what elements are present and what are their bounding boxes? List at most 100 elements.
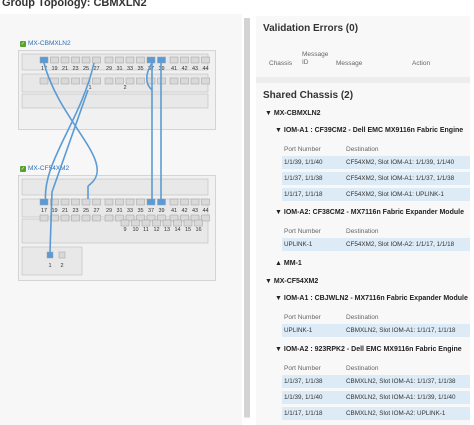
port (71, 214, 80, 222)
port-label: 37 (148, 208, 154, 214)
port (71, 77, 80, 85)
port (190, 56, 200, 64)
port (104, 214, 114, 222)
shared-section: Shared Chassis (2) ▼ MX-CBMXLN2 ▼ IOM-A1… (256, 83, 470, 425)
port-label: 25 (83, 66, 89, 72)
module-toggle[interactable]: ▼ IOM-A2: CF38CM2 - MX7116n Fabric Expan… (275, 209, 464, 216)
port (81, 214, 91, 222)
port (141, 219, 151, 227)
col-port-number: Port Number (284, 228, 321, 235)
port (104, 77, 114, 85)
table-row: 1/1/17, 1/1/18 CF54XM2, Slot IOM-A1: UPLI… (282, 188, 470, 201)
port (201, 77, 210, 85)
col-destination: Destination (346, 146, 379, 153)
port (157, 56, 166, 64)
port-label: 31 (116, 66, 122, 72)
port-label: 14 (174, 227, 180, 233)
col-message-id[interactable]: Message ID (302, 51, 332, 67)
module-toggle[interactable]: ▲ MM-1 (275, 260, 302, 267)
port-label: 21 (62, 208, 68, 214)
port (183, 219, 193, 227)
port (92, 56, 101, 64)
port (146, 198, 156, 206)
col-action[interactable]: Action (412, 60, 430, 67)
port (58, 251, 66, 259)
port-label: 43 (192, 208, 198, 214)
port (152, 219, 161, 227)
port-label: 2 (123, 85, 126, 91)
port (125, 56, 135, 64)
port-label: 1 (88, 85, 91, 91)
port (131, 219, 140, 227)
port (60, 77, 70, 85)
port-label: 19 (51, 208, 57, 214)
port (81, 56, 91, 64)
port (92, 77, 101, 85)
port-label: 44 (202, 66, 208, 72)
iom-slot (21, 73, 209, 93)
iom-slot (21, 53, 209, 71)
port (146, 56, 156, 64)
port (39, 77, 49, 85)
table-row: UPLINK-1 CBMXLN2, Slot IOM-A1: 1/1/17, 1/… (282, 324, 470, 337)
port-label: 19 (51, 66, 57, 72)
port (120, 219, 130, 227)
port-label: 44 (202, 208, 208, 214)
port (194, 219, 203, 227)
port (92, 214, 101, 222)
port-label: 23 (72, 208, 78, 214)
shared-title: Shared Chassis (2) (263, 90, 354, 101)
port (201, 198, 210, 206)
port (39, 198, 49, 206)
port (136, 56, 145, 64)
port (173, 219, 182, 227)
iom-slot (21, 93, 209, 109)
col-port-number: Port Number (284, 314, 321, 321)
port (180, 56, 189, 64)
col-port-number: Port Number (284, 365, 321, 372)
iom-slot (21, 198, 209, 218)
module-toggle[interactable]: ▼ IOM-A2 : 923RPK2 - Dell EMC MX9116n Fa… (275, 346, 462, 353)
details-panel: Validation Errors (0) Chassis Message ID… (256, 16, 470, 425)
port (169, 198, 179, 206)
port-label: 41 (171, 66, 177, 72)
port-label: 10 (132, 227, 138, 233)
module-toggle[interactable]: ▼ IOM-A1 : CBJWLN2 - MX7116n Fabric Expa… (275, 295, 468, 302)
port (136, 198, 145, 206)
port (169, 56, 179, 64)
port (39, 214, 49, 222)
port (125, 198, 135, 206)
port-label: 2 (60, 263, 63, 269)
col-port-number: Port Number (284, 146, 321, 153)
port-label: 16 (195, 227, 201, 233)
port (201, 56, 210, 64)
port-label: 21 (62, 66, 68, 72)
port-label: 42 (181, 208, 187, 214)
table-row: 1/1/37, 1/1/38 CBMXLN2, Slot IOM-A1: 1/1/… (282, 375, 470, 388)
port (71, 198, 80, 206)
scrollbar[interactable] (244, 18, 250, 418)
col-message[interactable]: Message (336, 60, 362, 67)
validation-section: Validation Errors (0) Chassis Message ID… (256, 16, 470, 77)
port-label: 13 (164, 227, 170, 233)
chassis-toggle-2[interactable]: ▼ MX-CF54XM2 (265, 278, 318, 285)
port (136, 77, 145, 85)
col-destination: Destination (346, 314, 379, 321)
port (190, 198, 200, 206)
chassis-toggle-1[interactable]: ▼ MX-CBMXLN2 (265, 110, 321, 117)
table-row: UPLINK-1 CF54XM2, Slot IOM-A2: 1/1/17, 1/… (282, 238, 470, 251)
module-toggle[interactable]: ▼ IOM-A1 : CF39CM2 - Dell EMC MX9116n Fa… (275, 127, 463, 134)
port (162, 219, 172, 227)
topology-panel: ✓ MX-CBMXLN2 ✓ MX-CF54XM2 17 19 21 23 25 27 29… (0, 14, 242, 425)
scrollbar-thumb[interactable] (244, 18, 250, 417)
port (180, 198, 189, 206)
port-label: 43 (192, 66, 198, 72)
iom-slot (21, 246, 83, 276)
port (104, 56, 114, 64)
port-label: 35 (137, 208, 143, 214)
port (50, 56, 59, 64)
col-destination: Destination (346, 228, 379, 235)
page-title: Group Topology: CBMXLN2 (2, 0, 147, 9)
col-chassis[interactable]: Chassis (269, 60, 292, 67)
port (115, 198, 124, 206)
